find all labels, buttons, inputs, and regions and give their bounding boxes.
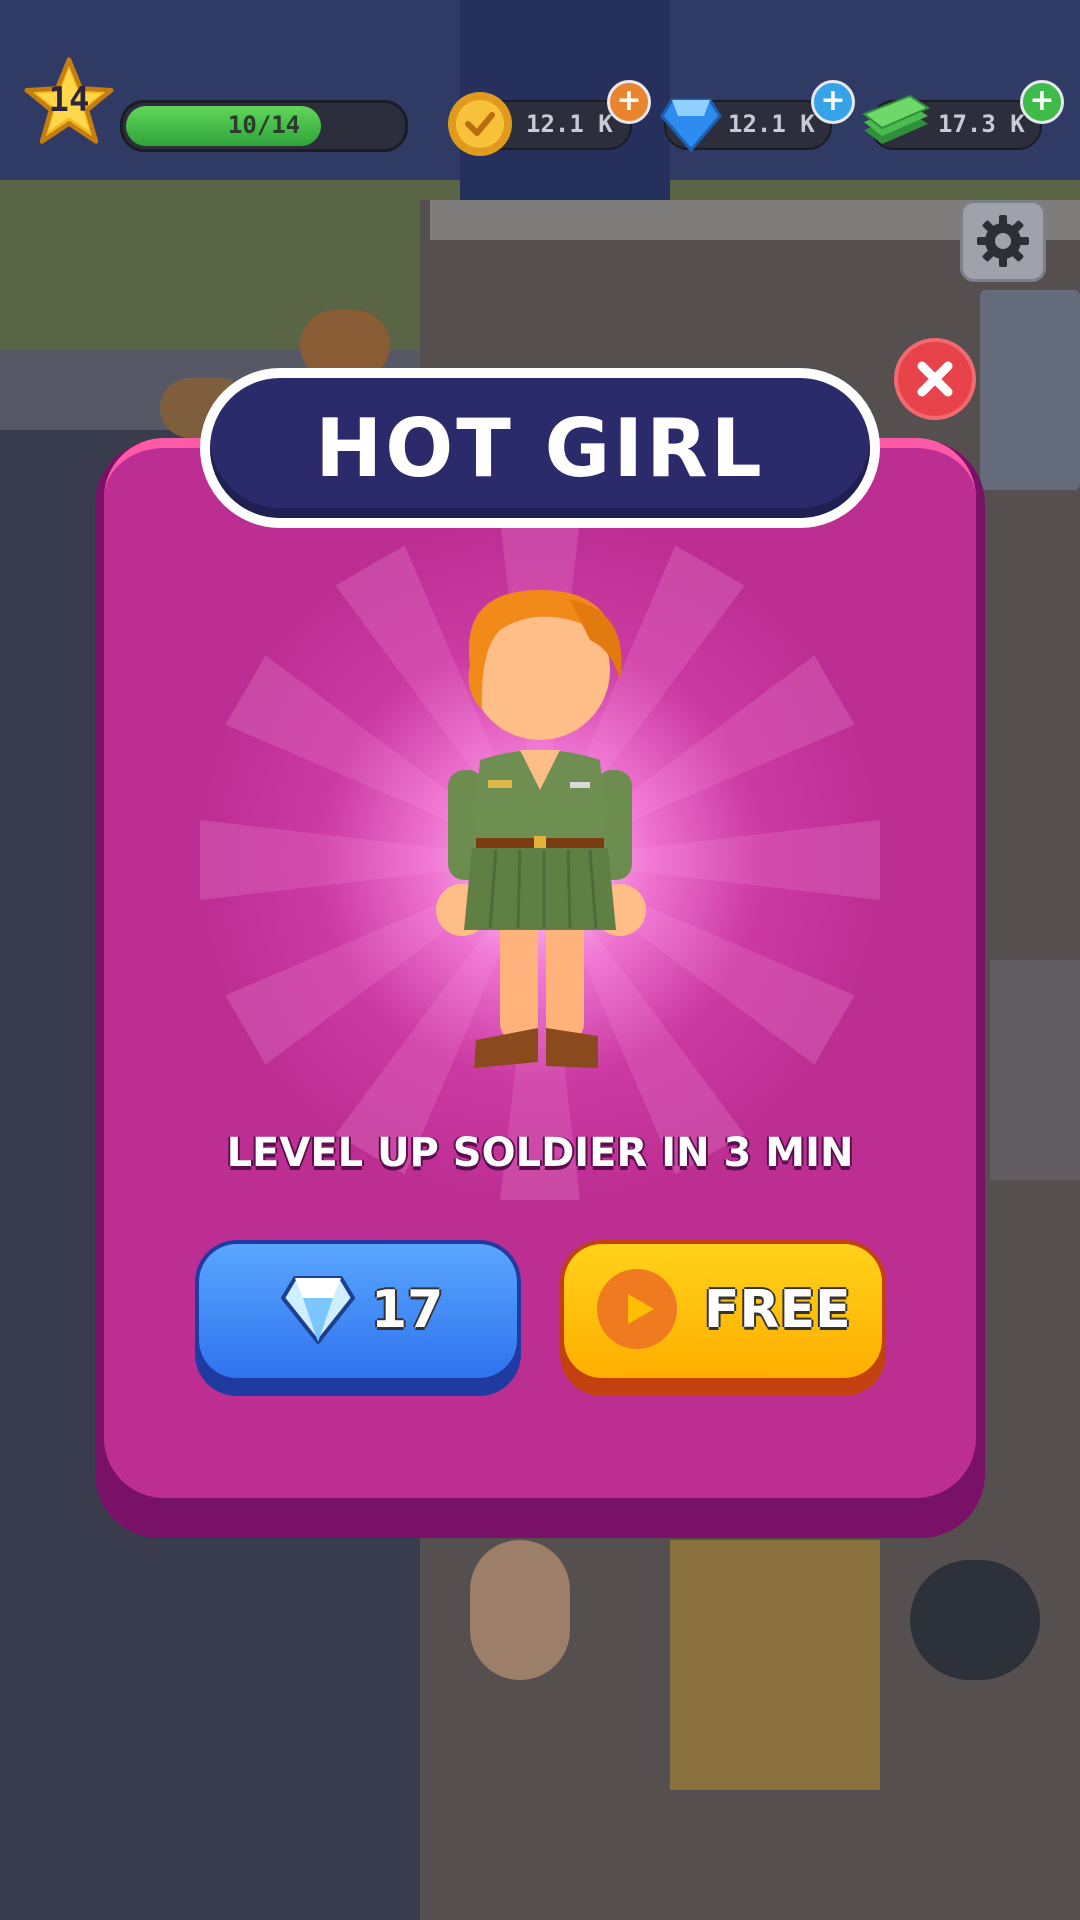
reward-description: LEVEL UP SOLDIER IN 3 MIN (226, 1130, 854, 1176)
diamond-icon (281, 1276, 355, 1344)
title-banner: HOT GIRL (210, 378, 870, 518)
top-hud: 14 10/14 12.1 K + 12.1 K + 17.3 K + (0, 0, 1080, 282)
cash-value: 17.3 K (938, 110, 1025, 138)
cash-stack-icon (861, 94, 931, 144)
modal-title: HOT GIRL (315, 402, 765, 495)
xp-progress-text: 10/14 (227, 111, 301, 139)
player-level: 14 (48, 80, 90, 120)
play-video-icon (597, 1269, 677, 1349)
add-cash-button[interactable]: + (1020, 80, 1064, 124)
gems-value: 12.1 K (728, 110, 815, 138)
free-label: FREE (704, 1280, 851, 1340)
xp-progress-bar: 10/14 (120, 100, 408, 152)
watch-ad-free-button[interactable]: FREE (560, 1240, 886, 1396)
female-soldier-character (436, 590, 646, 1068)
add-gems-button[interactable]: + (811, 80, 855, 124)
gem-price: 17 (371, 1280, 444, 1340)
close-icon (917, 361, 953, 397)
diamond-icon (660, 98, 722, 152)
close-button[interactable] (894, 338, 976, 420)
coin-icon (448, 92, 512, 156)
gem-button-face (199, 1244, 517, 1378)
gear-icon (977, 215, 1029, 267)
coins-value: 12.1 K (526, 110, 613, 138)
add-coins-button[interactable]: + (607, 80, 651, 124)
settings-button[interactable] (960, 200, 1046, 282)
buy-with-gems-button[interactable]: 17 (195, 1240, 521, 1396)
